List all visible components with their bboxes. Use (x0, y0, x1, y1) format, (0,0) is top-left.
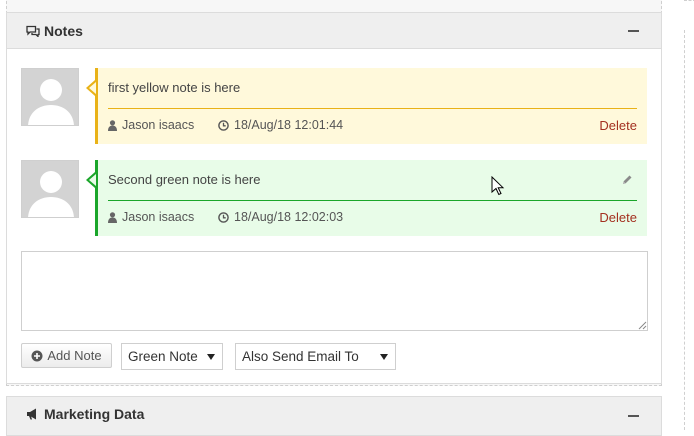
comments-icon (26, 25, 40, 37)
note-type-select[interactable]: Green Note (121, 343, 223, 370)
divider (108, 200, 637, 201)
plus-circle-icon (31, 350, 43, 361)
note-bubble: Second green note is here Jason isaacs 1… (86, 160, 647, 236)
minus-icon[interactable] (628, 30, 639, 32)
user-avatar-icon (22, 161, 78, 217)
note-author-name: Jason isaacs (122, 210, 195, 224)
pencil-icon[interactable] (621, 173, 633, 191)
chevron-down-icon (380, 354, 388, 360)
note-timestamp-text: 18/Aug/18 12:02:03 (234, 210, 344, 224)
notes-panel-title: Notes (26, 23, 83, 39)
chevron-down-icon (207, 354, 215, 360)
delete-note-link[interactable]: Delete (599, 118, 637, 133)
divider (684, 0, 694, 1)
notes-title-text: Notes (44, 23, 83, 39)
resize-grip-icon[interactable] (638, 321, 647, 330)
minus-icon[interactable] (628, 415, 639, 417)
marketing-panel-title: Marketing Data (26, 406, 144, 422)
note-timestamp: 18/Aug/18 12:02:03 (218, 210, 343, 224)
note-text: first yellow note is here (108, 80, 241, 95)
mouse-cursor-icon (491, 176, 505, 196)
clock-icon (218, 119, 229, 131)
bullhorn-icon (27, 408, 36, 420)
note-type-selected: Green Note (128, 349, 198, 364)
note-author: Jason isaacs (108, 118, 194, 132)
divider (684, 30, 694, 430)
add-note-button[interactable]: Add Note (21, 343, 112, 368)
user-avatar-icon (22, 69, 78, 125)
bubble-arrow (89, 82, 96, 94)
note-author: Jason isaacs (108, 210, 194, 224)
notes-panel: Notes first yellow note is here Jason is… (6, 12, 662, 384)
note-textarea[interactable] (21, 251, 648, 331)
marketing-panel-header[interactable]: Marketing Data (6, 396, 662, 436)
avatar (21, 68, 79, 126)
bubble-arrow (89, 174, 96, 186)
email-select[interactable]: Also Send Email To (235, 343, 396, 370)
avatar (21, 160, 79, 218)
email-select-selected: Also Send Email To (242, 349, 359, 364)
user-icon (108, 119, 117, 131)
clock-icon (218, 211, 229, 223)
delete-note-link[interactable]: Delete (599, 210, 637, 225)
notes-panel-header[interactable]: Notes (7, 13, 661, 49)
note-timestamp: 18/Aug/18 12:01:44 (218, 118, 343, 132)
note-bubble: first yellow note is here Jason isaacs 1… (86, 68, 647, 144)
note-timestamp-text: 18/Aug/18 12:01:44 (234, 118, 344, 132)
user-icon (108, 211, 117, 223)
note-text: Second green note is here (108, 172, 261, 187)
marketing-title-text: Marketing Data (44, 406, 145, 422)
note-item: first yellow note is here Jason isaacs 1… (21, 68, 647, 144)
note-author-name: Jason isaacs (122, 118, 195, 132)
divider (108, 108, 637, 109)
note-item: Second green note is here Jason isaacs 1… (21, 160, 647, 236)
add-note-label: Add Note (47, 348, 102, 363)
